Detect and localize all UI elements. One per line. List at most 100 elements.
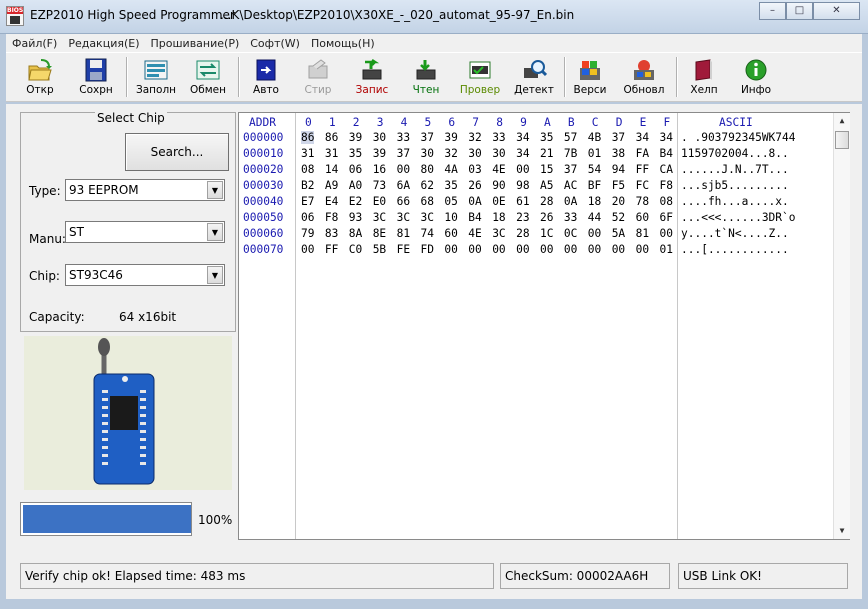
hex-byte[interactable]: 30: [421, 147, 434, 160]
hex-byte[interactable]: 00: [516, 243, 529, 256]
hex-byte[interactable]: 37: [397, 147, 410, 160]
hex-byte[interactable]: 18: [588, 195, 601, 208]
hex-byte[interactable]: 30: [468, 147, 481, 160]
hex-byte[interactable]: 6A: [397, 179, 410, 192]
hex-byte[interactable]: 06: [349, 163, 362, 176]
close-button[interactable]: ✕: [813, 2, 860, 20]
hex-byte[interactable]: B4: [660, 147, 673, 160]
hex-byte[interactable]: B4: [468, 211, 481, 224]
hex-byte[interactable]: F8: [660, 179, 673, 192]
hex-byte[interactable]: 94: [612, 163, 625, 176]
maximize-button[interactable]: □: [786, 2, 813, 20]
write-button[interactable]: Запис: [348, 56, 396, 100]
hex-byte[interactable]: E7: [301, 195, 314, 208]
hex-byte[interactable]: A5: [540, 179, 553, 192]
minimize-button[interactable]: –: [759, 2, 786, 20]
hex-byte[interactable]: 81: [636, 227, 649, 240]
hex-byte[interactable]: 16: [373, 163, 386, 176]
info-button[interactable]: Инфо: [732, 56, 780, 100]
hex-byte[interactable]: 00: [468, 243, 481, 256]
hex-byte[interactable]: E4: [325, 195, 338, 208]
hex-byte[interactable]: 0E: [492, 195, 505, 208]
hex-row-ascii[interactable]: ...sjb5.........: [681, 179, 789, 192]
hex-byte[interactable]: 62: [421, 179, 434, 192]
hex-byte[interactable]: 26: [468, 179, 481, 192]
hex-byte[interactable]: 4E: [492, 163, 505, 176]
hex-editor[interactable]: ADDR ASCII ▲ ▼ 0 1 2 3 4 5 6 7 8 9 A B C D E F 000000 86 8…: [238, 112, 850, 540]
hex-byte[interactable]: 39: [444, 131, 457, 144]
hex-row-ascii[interactable]: ...<<<......3DR`o: [681, 211, 796, 224]
detect-button[interactable]: Детект: [510, 56, 558, 100]
hex-byte[interactable]: 39: [373, 147, 386, 160]
hex-byte[interactable]: 98: [516, 179, 529, 192]
hex-byte[interactable]: 0A: [468, 195, 481, 208]
hex-byte[interactable]: 28: [516, 227, 529, 240]
hex-byte[interactable]: 01: [660, 243, 673, 256]
hex-byte[interactable]: F5: [612, 179, 625, 192]
hex-byte[interactable]: 08: [660, 195, 673, 208]
hex-byte[interactable]: 32: [444, 147, 457, 160]
hex-byte[interactable]: 6F: [660, 211, 673, 224]
chip-select[interactable]: ST93C46 ▼: [65, 264, 225, 286]
chevron-down-icon[interactable]: ▼: [207, 181, 223, 199]
fill-button[interactable]: Заполн: [132, 56, 180, 100]
read-button[interactable]: Чтен: [402, 56, 450, 100]
hex-byte[interactable]: 14: [325, 163, 338, 176]
hex-byte[interactable]: FA: [636, 147, 649, 160]
hex-byte[interactable]: 60: [444, 227, 457, 240]
hex-byte[interactable]: 33: [564, 211, 577, 224]
hex-row-ascii[interactable]: 1159702004...8..: [681, 147, 789, 160]
hex-byte[interactable]: 00: [588, 227, 601, 240]
chevron-down-icon[interactable]: ▼: [207, 223, 223, 241]
hex-byte[interactable]: 21: [540, 147, 553, 160]
hex-row-ascii[interactable]: ....fh...a....x.: [681, 195, 789, 208]
hex-byte[interactable]: 00: [660, 227, 673, 240]
hex-byte[interactable]: 83: [325, 227, 338, 240]
scroll-up-icon[interactable]: ▲: [834, 113, 850, 129]
hex-byte[interactable]: 03: [468, 163, 481, 176]
menu-help[interactable]: Помощь(H): [305, 37, 380, 50]
hex-byte[interactable]: 7B: [564, 147, 577, 160]
hex-byte[interactable]: 10: [444, 211, 457, 224]
hex-byte[interactable]: 06: [301, 211, 314, 224]
menu-edit[interactable]: Редакция(E): [62, 37, 144, 50]
hex-byte[interactable]: 30: [373, 131, 386, 144]
hex-byte[interactable]: 3C: [492, 227, 505, 240]
hex-byte[interactable]: FE: [397, 243, 410, 256]
hex-byte[interactable]: 34: [660, 131, 673, 144]
hex-byte[interactable]: 08: [301, 163, 314, 176]
hex-byte[interactable]: 44: [588, 211, 601, 224]
hex-byte[interactable]: 3C: [421, 211, 434, 224]
hex-byte[interactable]: 73: [373, 179, 386, 192]
hex-byte[interactable]: 00: [301, 243, 314, 256]
hex-byte[interactable]: 33: [397, 131, 410, 144]
hex-byte[interactable]: 60: [636, 211, 649, 224]
hex-byte[interactable]: B2: [301, 179, 314, 192]
hex-byte[interactable]: 34: [516, 131, 529, 144]
type-select[interactable]: 93 EEPROM ▼: [65, 179, 225, 201]
hex-byte[interactable]: 4B: [588, 131, 601, 144]
version-button[interactable]: Верси: [566, 56, 614, 100]
open-button[interactable]: Откр: [16, 56, 64, 100]
hex-byte[interactable]: 35: [540, 131, 553, 144]
hex-byte[interactable]: 81: [397, 227, 410, 240]
hex-byte[interactable]: 68: [421, 195, 434, 208]
manufacturer-select[interactable]: ST ▼: [65, 221, 225, 243]
hex-byte[interactable]: 54: [588, 163, 601, 176]
hex-byte[interactable]: BF: [588, 179, 601, 192]
hex-byte[interactable]: 3C: [397, 211, 410, 224]
hex-byte[interactable]: F8: [325, 211, 338, 224]
hex-byte[interactable]: AC: [564, 179, 577, 192]
hex-byte[interactable]: 00: [397, 163, 410, 176]
hex-byte[interactable]: 34: [636, 131, 649, 144]
hex-byte[interactable]: 78: [636, 195, 649, 208]
vertical-scrollbar[interactable]: ▲ ▼: [833, 113, 850, 539]
hex-byte[interactable]: 5A: [612, 227, 625, 240]
menu-program[interactable]: Прошивание(P): [145, 37, 245, 50]
verify-button[interactable]: Провер: [456, 56, 504, 100]
hex-byte[interactable]: 33: [492, 131, 505, 144]
erase-button[interactable]: Стир: [294, 56, 342, 100]
hex-byte[interactable]: E2: [349, 195, 362, 208]
auto-button[interactable]: Авто: [242, 56, 290, 100]
hex-byte[interactable]: A9: [325, 179, 338, 192]
